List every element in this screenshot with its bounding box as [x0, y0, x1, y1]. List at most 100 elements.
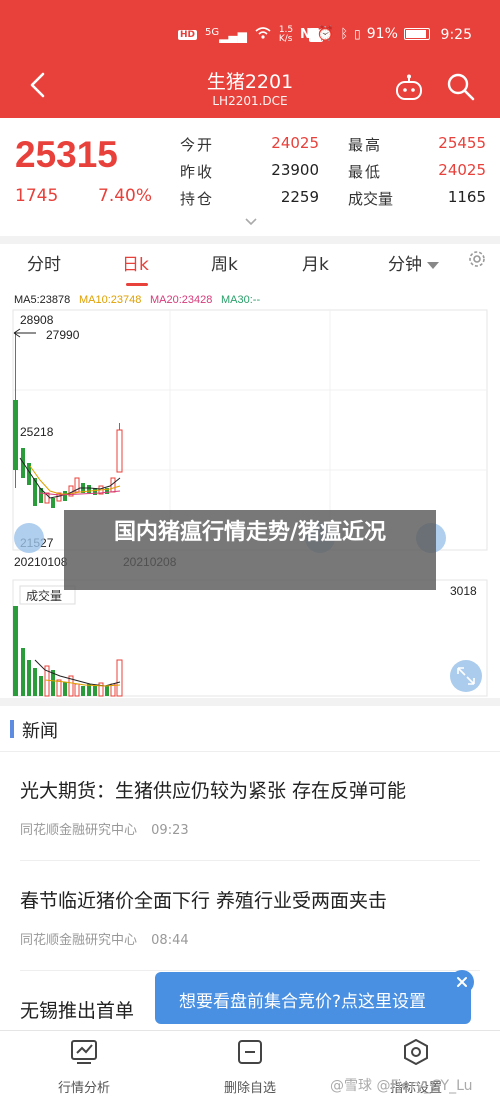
news-divider: [20, 860, 480, 861]
market-analysis-button[interactable]: 行情分析: [14, 1039, 154, 1096]
news-accent-bar: [10, 720, 14, 738]
volume-bar: [27, 660, 31, 696]
volume-panel-frame: [12, 579, 488, 697]
watermark: @雪球 @Fiery_CY_Lu: [330, 1078, 473, 1094]
status-bar: HD 5G▂▄▆ 1.5 K/s N ⏰ ᛒ ▯ 91% 9:25: [0, 0, 500, 50]
candle: [63, 491, 67, 501]
network-type: 5G: [205, 27, 220, 38]
news-item[interactable]: 春节临近猪价全面下行 养殖行业受两面夹击 同花顺金融研究中心 08:44: [0, 862, 500, 972]
stat-label-open-interest: 持仓: [180, 190, 215, 208]
section-divider: [0, 698, 500, 706]
candle: [51, 498, 55, 508]
gear-icon: [469, 251, 485, 267]
hd-badge: HD: [178, 30, 198, 40]
tab-weekly-k[interactable]: 周k: [211, 250, 238, 275]
pre-market-tip-banner[interactable]: 想要看盘前集合竞价?点这里设置: [155, 972, 471, 1024]
contract-code: LH2201.DCE: [212, 94, 288, 108]
stat-label-low: 最低: [348, 163, 383, 181]
volume-bar: [93, 686, 97, 696]
news-meta: 同花顺金融研究中心 08:44: [20, 929, 189, 948]
high-axis-label: 28908: [20, 313, 54, 327]
volume-bar: [105, 686, 109, 696]
quote-panel: 25315 1745 7.40% 今开 24025 最高 25455 昨收 23…: [0, 118, 500, 236]
active-tab-indicator: [126, 283, 148, 286]
volume-bar: [87, 684, 91, 696]
wifi-icon: [255, 26, 271, 44]
stat-label-prev-close: 昨收: [180, 163, 215, 181]
chart-settings-button[interactable]: [466, 248, 488, 274]
stat-value-open-interest: 2259: [280, 188, 319, 206]
tab-minute-label: 分钟: [388, 255, 422, 275]
signal-icon: 5G▂▄▆: [205, 27, 247, 43]
price-change: 1745: [15, 186, 59, 206]
volume-ma-line: [34, 659, 121, 687]
chevron-down-icon: [245, 218, 257, 226]
expand-button[interactable]: [244, 212, 258, 231]
remove-watchlist-label: 删除自选: [223, 1081, 276, 1096]
stat-value-high: 25455: [438, 134, 486, 152]
volume-label: 成交量: [26, 588, 62, 603]
remove-watchlist-button[interactable]: 删除自选: [180, 1039, 320, 1096]
battery-icon: [403, 28, 430, 40]
search-button[interactable]: [446, 72, 476, 106]
app-header: HD 5G▂▄▆ 1.5 K/s N ⏰ ᛒ ▯ 91% 9:25 生猪2201…: [0, 0, 500, 118]
vibrate-icon: ▯: [354, 27, 361, 41]
news-source: 同花顺金融研究中心: [20, 823, 138, 838]
candle: [116, 429, 123, 473]
robot-icon: [396, 74, 422, 100]
scroll-left-button[interactable]: [14, 523, 44, 553]
candle: [87, 485, 91, 493]
last-price: 25315: [15, 134, 118, 175]
stat-value-low: 24025: [438, 161, 486, 179]
kline-chart[interactable]: MA5:23878 MA10:23748 MA20:23428 MA30:--: [0, 288, 500, 698]
news-item[interactable]: 光大期货：生猪供应仍较为紧张 存在反弹可能 同花顺金融研究中心 09:23: [0, 752, 500, 862]
volume-max-label: 3018: [450, 584, 477, 598]
tab-intraday[interactable]: 分时: [27, 250, 61, 275]
settings-hexagon-icon: [404, 1038, 428, 1066]
status-time: 9:25: [440, 27, 472, 43]
volume-bar: [56, 679, 62, 697]
mid-axis-label: 25218: [20, 425, 54, 439]
alarm-icon: ⏰: [316, 26, 335, 42]
news-section-title: 新闻: [22, 721, 58, 742]
date-left-label: 20210108: [14, 555, 68, 569]
volume-bar: [81, 686, 85, 696]
news-headline: 无锡推出首单: [20, 1000, 135, 1022]
news-headline: 光大期货：生猪供应仍较为紧张 存在反弹可能: [20, 780, 407, 802]
volume-bar: [39, 676, 43, 696]
volume-bar: [33, 668, 37, 696]
network-speed: 1.5 K/s: [278, 25, 294, 44]
stat-value-open: 24025: [271, 134, 319, 152]
tab-daily-k[interactable]: 日k: [122, 250, 149, 275]
close-icon: [457, 977, 467, 987]
volume-bar: [116, 659, 123, 697]
search-icon: [447, 73, 475, 101]
news-divider: [20, 970, 480, 971]
fullscreen-button[interactable]: [450, 660, 482, 692]
tip-close-button[interactable]: [450, 970, 474, 994]
section-divider: [0, 236, 500, 244]
volume-bar: [13, 606, 18, 696]
market-analysis-label: 行情分析: [57, 1081, 110, 1096]
news-meta: 同花顺金融研究中心 09:23: [20, 819, 189, 838]
news-header: 新闻: [0, 706, 500, 752]
stat-label-volume: 成交量: [348, 190, 394, 208]
volume-bar: [63, 682, 67, 696]
page-title: 生猪2201: [206, 71, 294, 93]
tip-text: 想要看盘前集合竞价?点这里设置: [179, 992, 427, 1012]
nfc-icon: N: [300, 26, 311, 42]
stat-label-high: 最高: [348, 136, 383, 154]
caret-down-icon: [427, 262, 440, 269]
minus-square-icon: [238, 1040, 262, 1064]
tab-monthly-k[interactable]: 月k: [302, 250, 329, 275]
volume-bar: [74, 683, 80, 697]
article-caption-overlay: 国内猪瘟行情走势/猪瘟近况: [64, 510, 436, 590]
tab-minute[interactable]: 分钟: [388, 250, 440, 275]
stat-value-volume: 1165: [447, 188, 486, 206]
bluetooth-icon: ᛒ: [340, 26, 349, 42]
kline-canvas: 28908 27990 25218 21527 20210108 2021020…: [12, 309, 488, 697]
stat-value-prev-close: 23900: [271, 161, 319, 179]
volume-bar: [21, 648, 25, 696]
robot-button[interactable]: [394, 74, 424, 106]
chart-analysis-icon: [71, 1040, 97, 1064]
